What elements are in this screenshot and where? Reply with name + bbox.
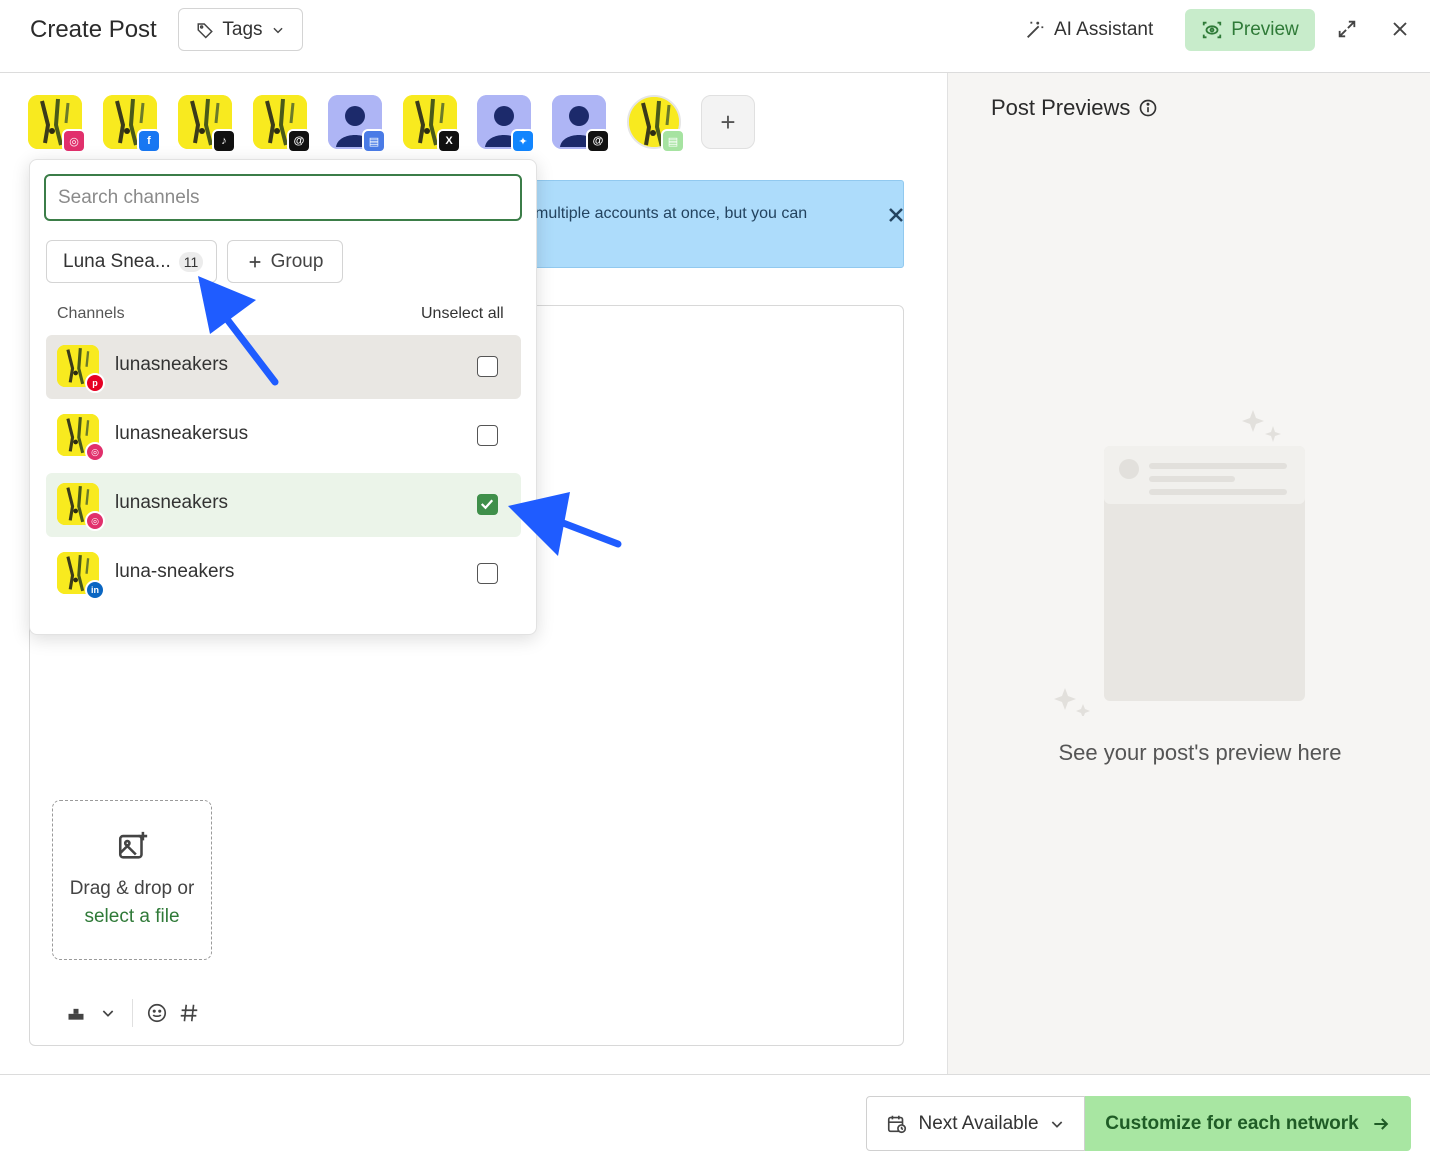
channel-avatar-google-business[interactable]: ▤ [328, 95, 386, 153]
hashtag-button[interactable] [173, 995, 205, 1031]
facebook-icon: f [137, 129, 161, 153]
calendar-clock-icon [888, 1115, 907, 1133]
channel-avatar: ◎ [57, 483, 105, 531]
channel-name: lunasneakers [115, 492, 229, 513]
channel-avatar-bluesky[interactable]: ✦ [477, 95, 535, 153]
preview-button[interactable]: Preview [1185, 9, 1315, 51]
emoji-icon [147, 1003, 167, 1023]
unselect-all-button[interactable]: Unselect all [421, 305, 504, 323]
channel-avatar-x[interactable]: X [403, 95, 461, 153]
add-image-icon [118, 831, 148, 859]
select-file-link[interactable]: select a file [53, 903, 211, 931]
hashtag-icon [180, 1004, 198, 1022]
stack-icon [68, 1008, 84, 1020]
post-previews-panel: Post Previews See your post's preview he… [947, 73, 1430, 1075]
group-count-badge: 11 [178, 251, 204, 272]
channel-avatar: in [57, 552, 105, 600]
channel-avatar-threads[interactable]: @ [552, 95, 610, 153]
header: Create Post Tags AI Assistant Preview [0, 0, 1430, 73]
channel-name: luna-sneakers [115, 561, 235, 582]
chevron-down-icon [272, 27, 283, 33]
channel-row[interactable]: ◎ lunasneakers [46, 473, 521, 537]
expand-button[interactable] [1332, 14, 1362, 44]
threads-icon: @ [586, 129, 610, 153]
chevron-down-icon [1051, 1120, 1062, 1128]
channel-checkbox[interactable] [477, 425, 498, 446]
arrow-right-icon [1374, 1117, 1388, 1130]
stack-dropdown-button[interactable] [92, 995, 124, 1031]
post-previews-label: Post Previews [991, 95, 1131, 120]
bluesky-icon: ✦ [511, 129, 535, 153]
add-channel-button[interactable]: + [701, 95, 755, 149]
editor-toolbar [60, 995, 205, 1031]
ai-assistant-button[interactable]: AI Assistant [1024, 10, 1153, 50]
schedule-dropdown[interactable]: Next Available [866, 1096, 1085, 1151]
dropzone-text: Drag & drop or [69, 878, 195, 899]
magic-wand-icon [1027, 21, 1044, 38]
post-previews-title: Post Previews [991, 95, 1158, 121]
check-icon [480, 499, 494, 510]
ai-assistant-label: AI Assistant [1054, 19, 1154, 40]
instagram-icon: ◎ [62, 129, 86, 153]
schedule-label: Next Available [918, 1112, 1039, 1134]
channel-selector-popup: Luna Snea... 11 Group Channels Unselect … [29, 159, 537, 635]
tags-button[interactable]: Tags [178, 8, 303, 51]
banner-close-icon[interactable] [884, 203, 908, 227]
annotation-arrow-group [198, 276, 279, 386]
preview-placeholder-illustration [1054, 410, 1305, 716]
customize-button[interactable]: Customize for each network [1085, 1096, 1411, 1151]
emoji-button[interactable] [141, 995, 173, 1031]
tags-label: Tags [222, 18, 263, 40]
media-dropzone[interactable]: Drag & drop or select a file [52, 800, 212, 960]
channels-label: Channels [57, 305, 125, 322]
channel-avatar-start-page[interactable]: ▤ [627, 95, 685, 153]
google-business-icon: ▤ [362, 129, 386, 153]
channel-checkbox[interactable] [477, 494, 498, 515]
page-title: Create Post [30, 16, 157, 43]
channel-avatar-threads[interactable]: @ [253, 95, 311, 153]
info-icon[interactable] [1138, 98, 1158, 118]
channel-avatar-tiktok[interactable]: ♪ [178, 95, 236, 153]
linkedin-icon: in [85, 580, 105, 600]
channel-row[interactable]: ◎ lunasneakersus [46, 404, 521, 468]
instagram-icon: ◎ [85, 511, 105, 531]
channel-avatar: p [57, 345, 105, 393]
search-channels-input[interactable] [44, 174, 522, 221]
annotation-arrow-checkbox [508, 492, 622, 556]
close-icon [1393, 22, 1407, 36]
footer: Next Available Customize for each networ… [0, 1074, 1430, 1162]
close-button[interactable] [1386, 14, 1414, 44]
start-page-icon: ▤ [661, 129, 685, 153]
channel-checkbox[interactable] [477, 356, 498, 377]
group-name: Luna Snea... [63, 250, 171, 272]
expand-icon [1338, 20, 1356, 38]
channel-avatar-instagram[interactable]: ◎ [28, 95, 86, 153]
threads-icon: @ [287, 129, 311, 153]
toolbar-divider [132, 999, 133, 1027]
instagram-icon: ◎ [85, 442, 105, 462]
channel-avatar-facebook[interactable]: f [103, 95, 161, 153]
x-icon: X [437, 129, 461, 153]
tag-icon [197, 22, 214, 39]
preview-label: Preview [1231, 19, 1299, 40]
eye-scan-icon [1203, 21, 1222, 39]
stack-button[interactable] [60, 995, 92, 1031]
channel-avatar: ◎ [57, 414, 105, 462]
banner-text: multiple accounts at once, but you can [535, 205, 808, 222]
pinterest-icon: p [85, 373, 105, 393]
customize-label: Customize for each network [1105, 1112, 1359, 1134]
plus-icon [249, 256, 260, 267]
preview-placeholder-text: See your post's preview here [1058, 740, 1342, 765]
channel-name: lunasneakersus [115, 423, 249, 444]
tiktok-icon: ♪ [212, 129, 236, 153]
chevron-down-icon [102, 1010, 114, 1017]
channel-row[interactable]: in luna-sneakers [46, 542, 521, 606]
channel-checkbox[interactable] [477, 563, 498, 584]
